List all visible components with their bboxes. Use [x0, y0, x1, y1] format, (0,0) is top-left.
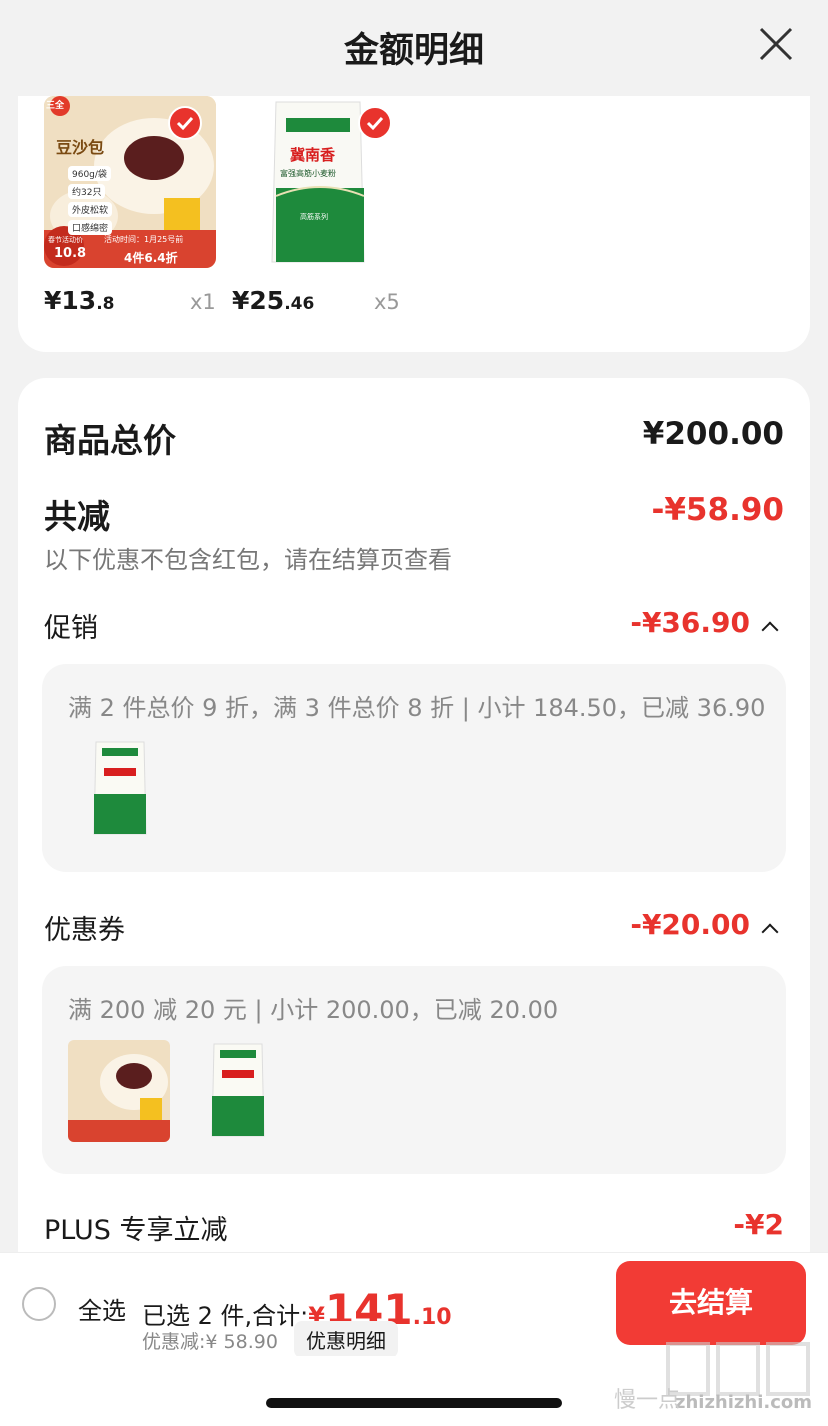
promo-value: -¥36.90 — [630, 606, 750, 639]
price-detail-card: 商品总价 ¥200.00 共减 -¥58.90 以下优惠不包含红包，请在结算页查… — [18, 378, 810, 1278]
coupon-product-thumb-bun — [68, 1040, 170, 1142]
watermark-side-text: 慢一点 — [614, 1388, 681, 1413]
feature1-text: 外皮松软 — [68, 202, 113, 217]
select-all-radio[interactable] — [22, 1287, 56, 1321]
header: 金额明细 — [0, 0, 828, 96]
selected-prefix: 已选 2 件,合计: — [142, 1302, 309, 1330]
plus-label: PLUS 专享立减 — [44, 1215, 228, 1246]
item-checked-badge[interactable] — [358, 106, 392, 140]
check-icon — [176, 116, 194, 131]
page-title: 金额明细 — [343, 31, 484, 71]
coupon-detail-box: 满 200 减 20 元 | 小计 200.00，已减 20.00 — [42, 966, 786, 1174]
item-qty: x5 — [374, 290, 400, 314]
close-icon[interactable] — [758, 26, 794, 62]
item-price-dec: .8 — [96, 294, 115, 314]
item-checked-badge[interactable] — [168, 106, 202, 140]
select-all-label[interactable]: 全选 — [78, 1291, 126, 1326]
flour-series-text: 高筋系列 — [300, 213, 328, 221]
flour-bag-illustration — [93, 741, 147, 835]
promo-product-thumb — [90, 738, 150, 838]
flour-bag-illustration — [211, 1043, 265, 1137]
promo-detail-text: 满 2 件总价 9 折，满 3 件总价 8 折 | 小计 184.50，已减 3… — [68, 694, 766, 722]
tag-text: 春节活动价 — [48, 236, 83, 244]
count-text: 约32只 — [68, 184, 106, 199]
product-title-text: 豆沙包 — [56, 138, 105, 157]
coupon-detail-text: 满 200 减 20 元 | 小计 200.00，已减 20.00 — [68, 996, 559, 1024]
bun-illustration — [68, 1040, 170, 1142]
plus-value: -¥2 — [733, 1208, 784, 1241]
chevron-up-icon — [761, 923, 779, 941]
item-qty: x1 — [190, 290, 216, 314]
coupon-label: 优惠券 — [44, 915, 125, 946]
reduce-label: 共减 — [44, 497, 110, 536]
coupon-toggle[interactable]: -¥20.00 — [630, 908, 779, 941]
check-icon — [366, 116, 384, 131]
reduce-value: -¥58.90 — [651, 492, 785, 528]
watermark-text: zhizhizhi.com — [674, 1392, 812, 1413]
total-label: 商品总价 — [44, 421, 176, 460]
promo-label: 促销 — [44, 613, 98, 644]
coupon-product-thumb-flour — [208, 1040, 268, 1140]
item-price: ¥13.8 — [44, 286, 114, 315]
selected-items-card: 三全 豆沙包 960g/袋 约32只 外皮松软 口感绵密 春节活动价 10.8 … — [18, 96, 810, 352]
reduce-note: 以下优惠不包含红包，请在结算页查看 — [44, 546, 452, 574]
total-dec: .10 — [412, 1305, 452, 1330]
discount-detail-link[interactable]: 优惠明细 — [294, 1321, 398, 1358]
spec-text: 960g/袋 — [68, 166, 111, 181]
discount-text: 优惠减:¥ 58.90 — [142, 1331, 278, 1353]
chevron-up-icon — [761, 621, 779, 639]
item-price-dec: .46 — [284, 294, 315, 314]
promo-img-text: 4件6.4折 — [124, 251, 178, 265]
coupon-value: -¥20.00 — [630, 908, 750, 941]
img-price-text: 10.8 — [54, 246, 87, 261]
total-value: ¥200.00 — [642, 416, 784, 452]
event-text: 活动时间：1月25号前 — [104, 235, 184, 244]
flour-brand-text: 冀南香 — [290, 146, 336, 164]
promo-toggle[interactable]: -¥36.90 — [630, 606, 779, 639]
flour-title-text: 富强高筋小麦粉 — [280, 169, 336, 178]
item-price-int: ¥13 — [44, 286, 97, 315]
checkout-button[interactable]: 去结算 — [616, 1261, 806, 1345]
promo-detail-box: 满 2 件总价 9 折，满 3 件总价 8 折 | 小计 184.50，已减 3… — [42, 664, 786, 872]
brand-text: 三全 — [46, 101, 65, 111]
item-price: ¥25.46 — [232, 286, 314, 315]
feature2-text: 口感绵密 — [68, 220, 113, 235]
home-indicator[interactable] — [266, 1398, 562, 1408]
item-price-int: ¥25 — [232, 286, 285, 315]
